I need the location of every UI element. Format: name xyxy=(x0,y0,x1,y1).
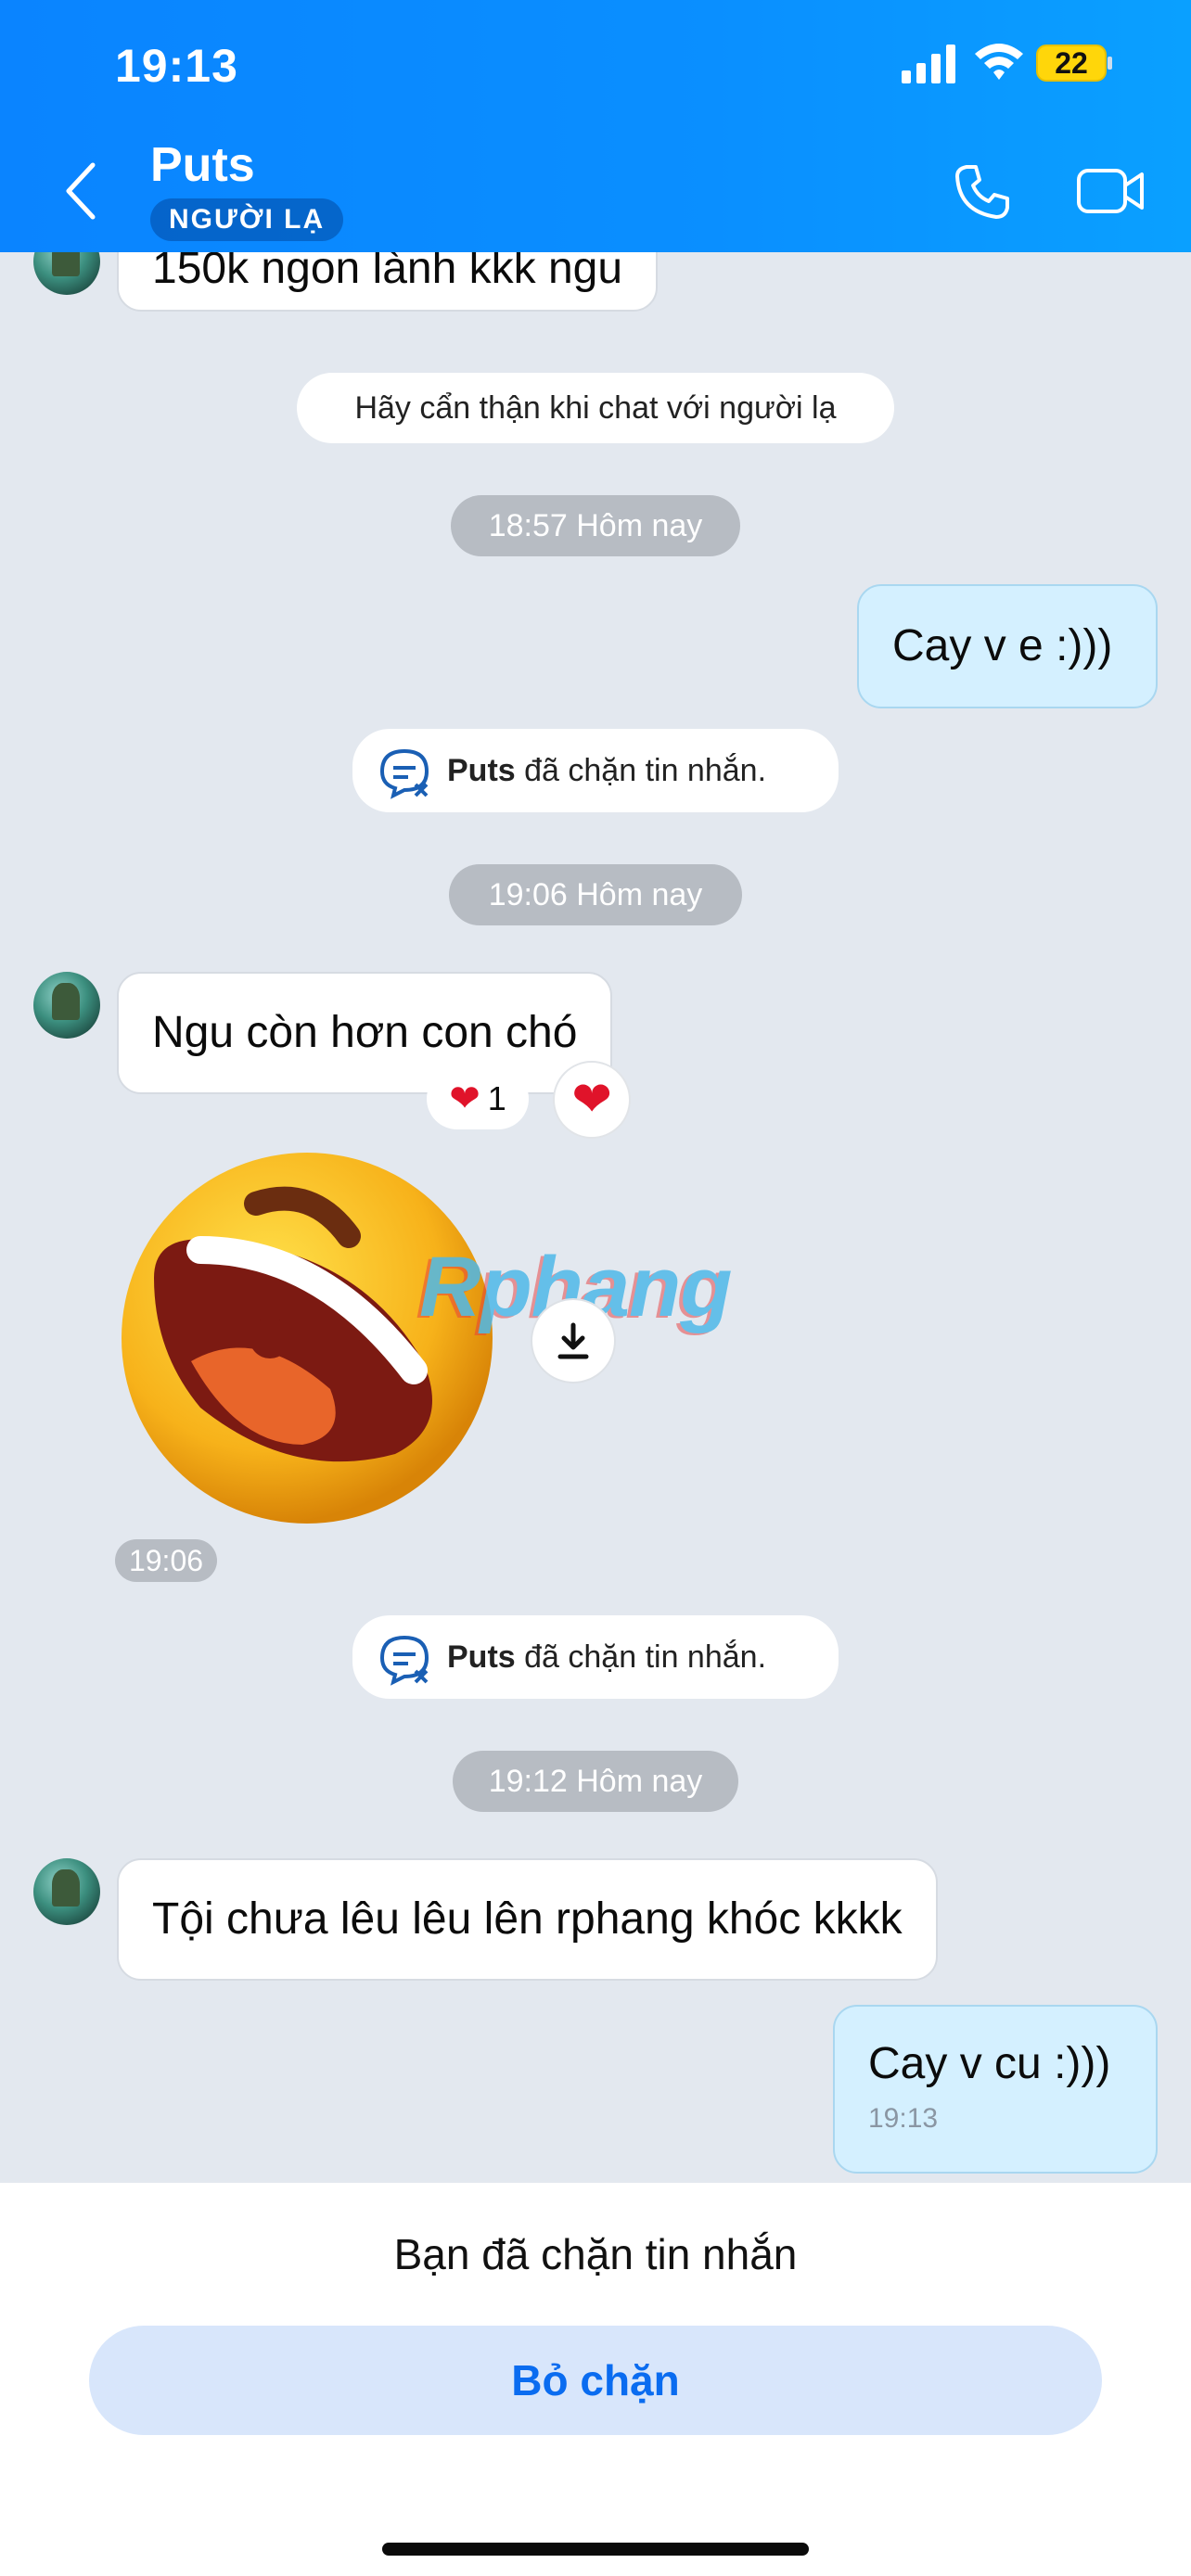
system-action: đã chặn tin nhắn. xyxy=(515,753,767,788)
battery-icon: 22 xyxy=(1036,45,1114,82)
reaction-count: 1 xyxy=(487,1079,506,1117)
system-sender: Puts xyxy=(447,753,516,788)
system-message: Puts đã chặn tin nhắn. xyxy=(352,1615,839,1699)
message-bubble[interactable]: Tội chưa lêu lêu lên rphang khóc kkkk xyxy=(117,1858,938,1981)
message-time: 19:13 xyxy=(868,2103,939,2134)
blocked-panel: Bạn đã chặn tin nhắn Bỏ chặn xyxy=(0,2183,1191,2576)
battery-level: 22 xyxy=(1055,46,1088,80)
reaction-summary[interactable]: ❤ 1 xyxy=(427,1068,529,1129)
chat-header: 19:13 22 Puts NGƯỜI LẠ xyxy=(0,0,1191,252)
heart-icon: ❤ xyxy=(571,1073,612,1127)
back-button[interactable] xyxy=(61,161,102,221)
contact-name[interactable]: Puts xyxy=(150,137,255,193)
stranger-warning: Hãy cẩn thận khi chat với người lạ xyxy=(297,373,894,443)
blocked-chat-icon xyxy=(379,748,429,799)
my-message-bubble[interactable]: Cay v e :))) xyxy=(857,584,1158,708)
system-action: đã chặn tin nhắn. xyxy=(515,1639,767,1675)
laughing-emoji-sticker[interactable] xyxy=(117,1148,497,1528)
phone-icon[interactable] xyxy=(954,163,1011,221)
system-message: Puts đã chặn tin nhắn. xyxy=(352,729,839,812)
time-separator: 19:06 Hôm nay xyxy=(449,864,742,925)
heart-icon: ❤ xyxy=(449,1078,480,1119)
message-text: 150k ngon lành kkk ngu xyxy=(152,252,623,293)
message-time: 19:06 xyxy=(115,1539,217,1582)
stranger-badge: NGƯỜI LẠ xyxy=(150,198,344,241)
download-button[interactable] xyxy=(531,1298,616,1384)
system-sender: Puts xyxy=(447,1639,516,1675)
message-text: Ngu còn hơn con chó xyxy=(152,1008,578,1057)
message-bubble[interactable]: Ngu còn hơn con chó xyxy=(117,972,613,1094)
blocked-chat-icon xyxy=(379,1635,429,1686)
message-text: Cay v cu :))) xyxy=(868,2039,1111,2088)
wifi-icon xyxy=(975,44,1023,80)
status-time: 19:13 xyxy=(115,40,238,92)
home-indicator[interactable] xyxy=(382,2543,809,2556)
time-separator: 19:12 Hôm nay xyxy=(453,1751,738,1812)
system-message-text: Puts đã chặn tin nhắn. xyxy=(447,1615,766,1699)
blocked-notice: Bạn đã chặn tin nhắn xyxy=(393,2230,798,2278)
message-text: Cay v e :))) xyxy=(892,621,1113,670)
react-button[interactable]: ❤ xyxy=(553,1061,631,1139)
system-message-text: Puts đã chặn tin nhắn. xyxy=(447,729,766,812)
warning-text: Hãy cẩn thận khi chat với người lạ xyxy=(354,390,837,426)
avatar[interactable] xyxy=(33,1858,100,1925)
my-message-bubble[interactable]: Cay v cu :))) 19:13 xyxy=(833,2005,1158,2174)
message-bubble[interactable]: 150k ngon lành kkk ngu xyxy=(117,252,659,312)
avatar[interactable] xyxy=(33,972,100,1039)
signal-icon xyxy=(902,45,955,83)
video-call-icon[interactable] xyxy=(1076,165,1145,217)
message-list[interactable]: 150k ngon lành kkk ngu Hãy cẩn thận khi … xyxy=(0,252,1191,2183)
unblock-button[interactable]: Bỏ chặn xyxy=(89,2326,1102,2435)
time-separator: 18:57 Hôm nay xyxy=(451,495,740,556)
avatar[interactable] xyxy=(33,252,100,295)
download-icon xyxy=(557,1322,589,1359)
message-text: Tội chưa lêu lêu lên rphang khóc kkkk xyxy=(152,1894,903,1944)
